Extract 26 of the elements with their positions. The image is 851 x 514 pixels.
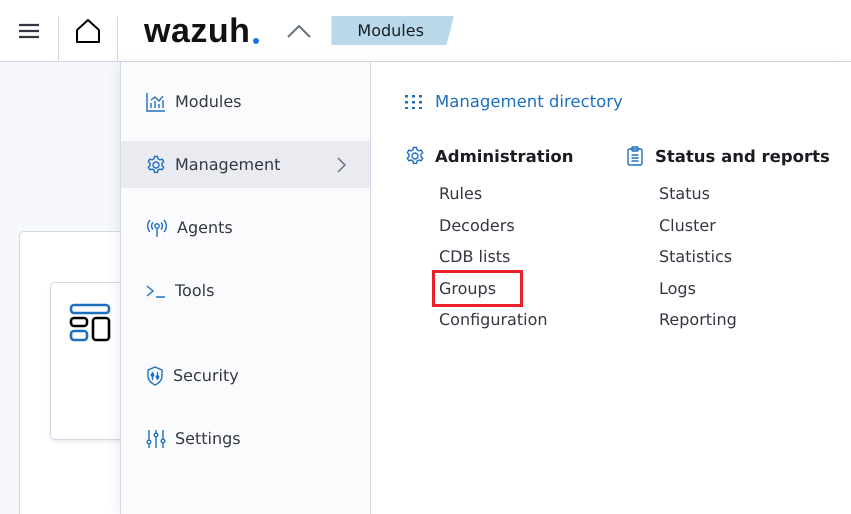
wazuh-logo[interactable]: wazuh <box>144 14 260 48</box>
section-heading: Status and reports <box>655 146 830 166</box>
sliders-icon <box>146 428 166 448</box>
terminal-icon <box>146 284 166 298</box>
grid-icon <box>405 94 423 108</box>
section-heading: Administration <box>435 146 574 166</box>
chevron-right-icon <box>337 156 346 172</box>
antenna-icon <box>146 218 168 238</box>
menu-item[interactable]: Agents <box>121 204 370 251</box>
chart-icon <box>146 92 166 112</box>
chevron-up-icon[interactable] <box>287 24 312 38</box>
home-icon <box>75 18 101 44</box>
menu-item[interactable]: Security <box>121 352 370 399</box>
layout-icon <box>69 303 111 343</box>
clipboard-icon <box>627 146 643 166</box>
submenu-link[interactable]: Groups <box>432 270 524 307</box>
gear-icon <box>405 146 425 166</box>
shield-icon <box>146 366 164 386</box>
menu-item[interactable]: Modules <box>121 78 370 125</box>
directory-link[interactable]: Management directory <box>405 92 851 111</box>
menu-item[interactable]: Tools <box>121 267 370 314</box>
gear-icon <box>146 154 166 174</box>
menu-icon <box>19 22 39 38</box>
breadcrumb-tab[interactable]: Modules <box>331 16 454 45</box>
menu-item[interactable]: Management <box>121 141 370 188</box>
menu-item[interactable]: Settings <box>121 415 370 462</box>
